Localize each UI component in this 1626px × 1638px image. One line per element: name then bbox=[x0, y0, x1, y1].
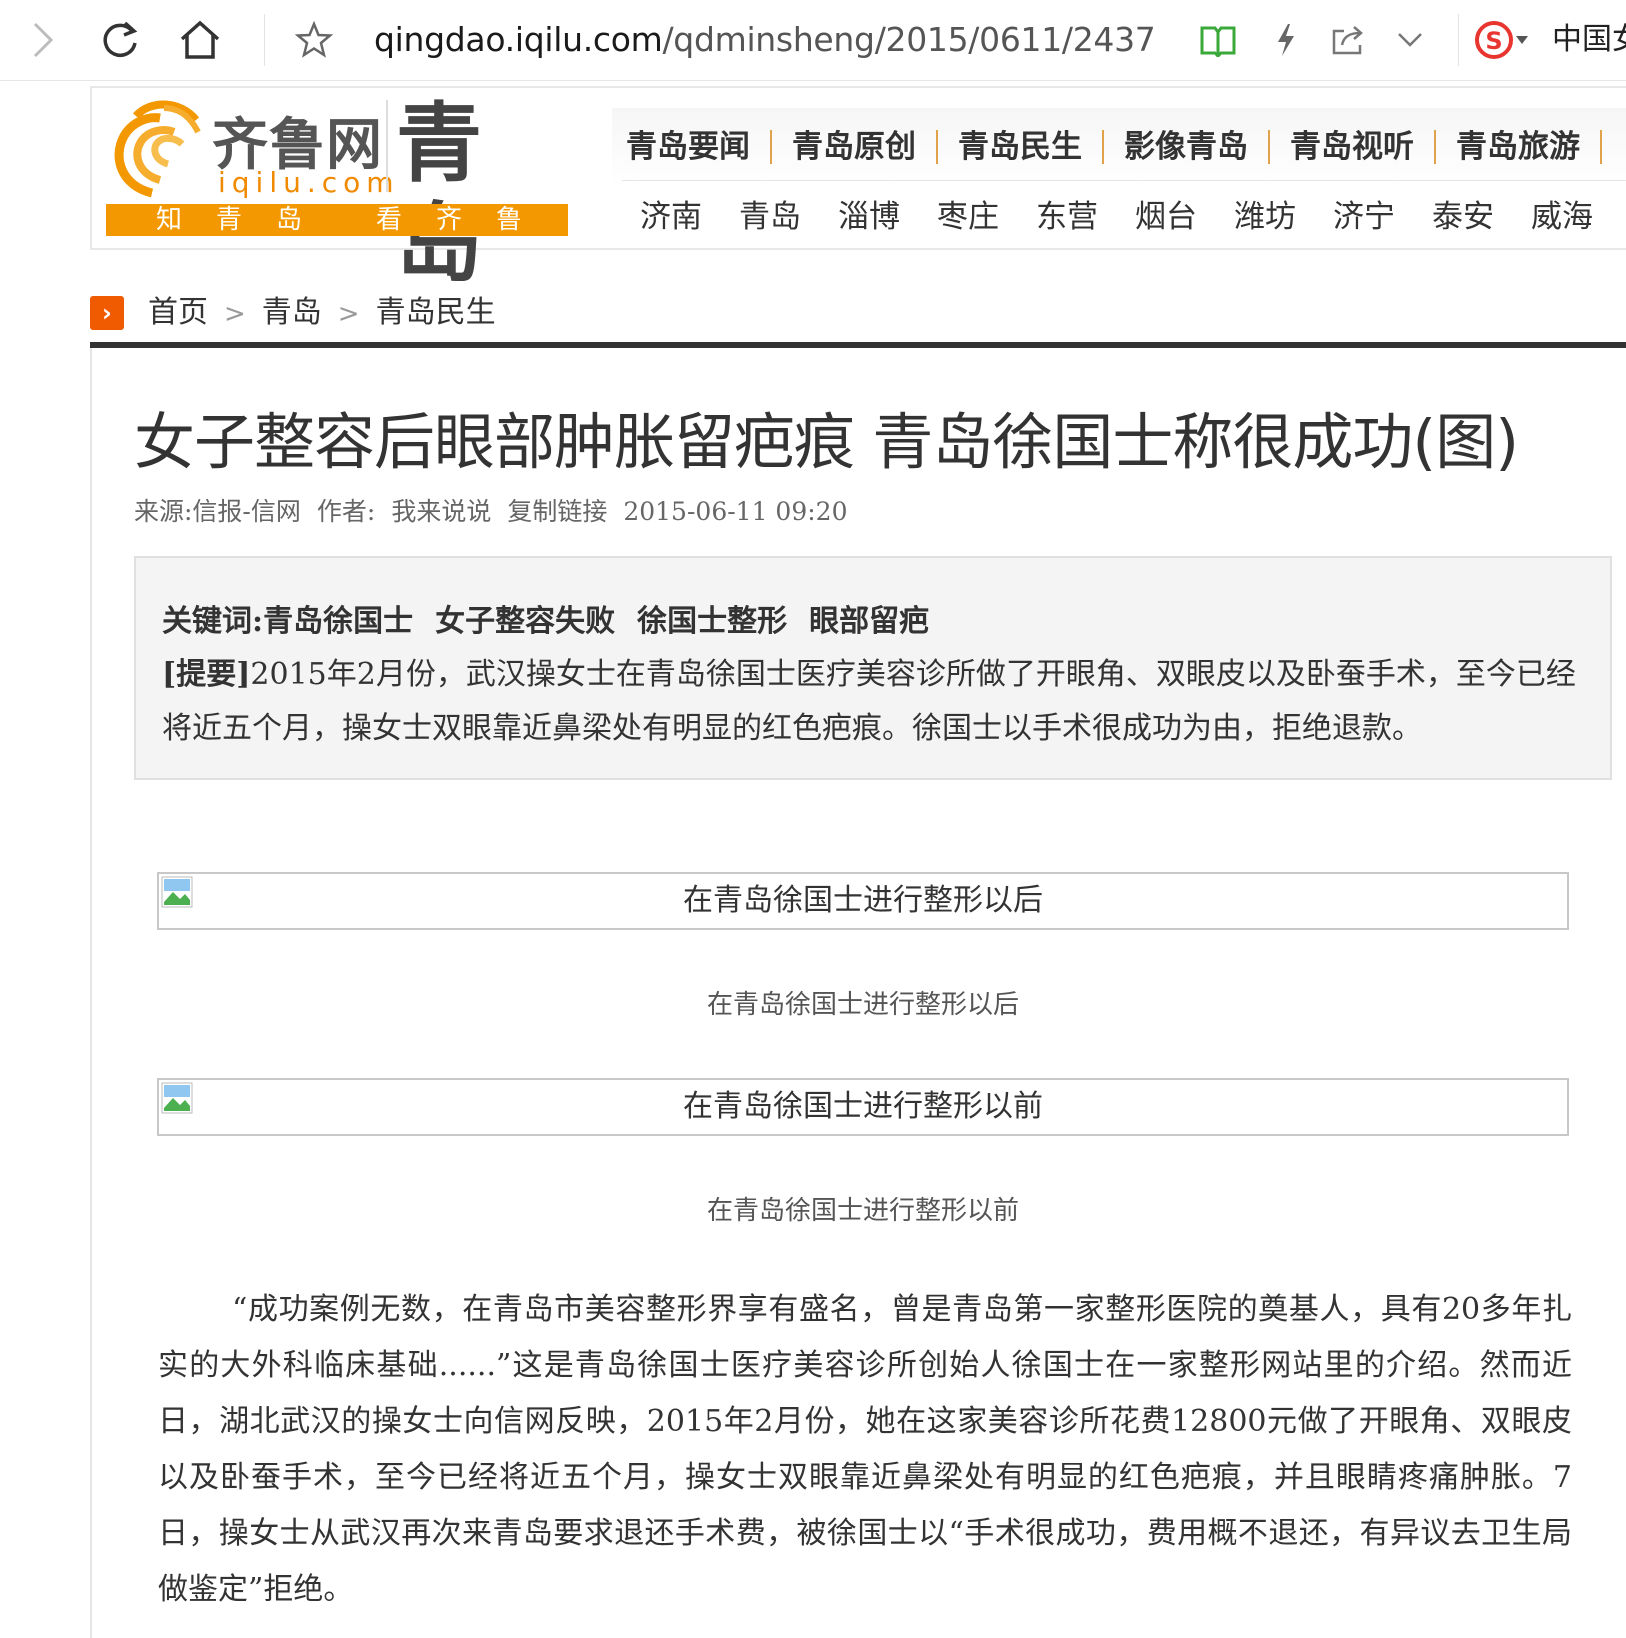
abstract-text: 2015年2月份，武汉操女士在青岛徐国士医疗美容诊所做了开眼角、双眼皮以及卧蚕手… bbox=[162, 657, 1576, 746]
image-alt-text: 在青岛徐国士进行整形以后 bbox=[683, 883, 1043, 918]
logo-domain: iqilu.com bbox=[218, 166, 400, 199]
keyword-link[interactable]: 女子整容失败 bbox=[435, 604, 615, 639]
nav-divider bbox=[622, 180, 1626, 181]
article-image-before[interactable]: 在青岛徐国士进行整形以前 bbox=[157, 1078, 1569, 1136]
main-nav: 青岛要闻 青岛原创 青岛民生 影像青岛 青岛视听 青岛旅游 bbox=[626, 124, 1602, 170]
site-header: 齐鲁网 iqilu.com 青岛 知青岛 看齐鲁 青岛要闻 青岛原创 青岛民生 影… bbox=[90, 86, 1626, 294]
logo-divider bbox=[386, 100, 388, 192]
chevron-down-icon[interactable] bbox=[1388, 18, 1432, 62]
keyword-link[interactable]: 眼部留疤 bbox=[809, 604, 929, 639]
city-link-weifang[interactable]: 潍坊 bbox=[1234, 191, 1296, 236]
keywords-label: 关键词: bbox=[162, 604, 264, 639]
article-image-after[interactable]: 在青岛徐国士进行整形以后 bbox=[157, 872, 1569, 930]
address-bar[interactable]: qingdao.iqilu.com/qdminsheng/2015/0611/2… bbox=[374, 14, 1154, 66]
toolbar-separator bbox=[1458, 14, 1459, 66]
logo-city: 青岛 bbox=[396, 94, 484, 294]
article-author-label: 作者: bbox=[316, 497, 376, 526]
breadcrumb-qingdao[interactable]: 青岛 bbox=[262, 295, 322, 330]
breadcrumb-home[interactable]: 首页 bbox=[148, 295, 208, 330]
breadcrumb-arrow-icon: › bbox=[90, 296, 124, 330]
toolbar-separator bbox=[264, 14, 265, 66]
slogan-left: 知青岛 bbox=[156, 205, 337, 235]
article-source: 来源:信报-信网 bbox=[134, 497, 301, 526]
article-meta: 来源:信报-信网 作者: 我来说说 复制链接 2015-06-11 09:20 bbox=[134, 492, 863, 528]
svg-text:S: S bbox=[1485, 27, 1502, 55]
home-icon[interactable] bbox=[178, 18, 222, 62]
copy-link-button[interactable]: 复制链接 bbox=[507, 497, 607, 526]
browser-toolbar: qingdao.iqilu.com/qdminsheng/2015/0611/2… bbox=[0, 0, 1626, 81]
nav-item-qingdao-original[interactable]: 青岛原创 bbox=[772, 130, 938, 164]
abstract-label: [提要] bbox=[162, 657, 251, 692]
bookmark-star-icon[interactable] bbox=[292, 18, 336, 62]
nav-item-qingdao-news[interactable]: 青岛要闻 bbox=[626, 130, 772, 164]
city-link-weihai[interactable]: 威海 bbox=[1531, 191, 1593, 236]
keyword-link[interactable]: 徐国士整形 bbox=[637, 604, 787, 639]
logo-swirl-icon bbox=[114, 100, 201, 198]
keywords: 关键词:青岛徐国士 女子整容失败 徐国士整形 眼部留疤 bbox=[162, 596, 951, 640]
breadcrumb-separator-icon: > bbox=[224, 299, 246, 329]
city-link-jinan[interactable]: 济南 bbox=[640, 191, 702, 236]
city-link-qingdao[interactable]: 青岛 bbox=[739, 191, 801, 236]
city-link-yantai[interactable]: 烟台 bbox=[1135, 191, 1197, 236]
breadcrumb-livelihood[interactable]: 青岛民生 bbox=[376, 295, 496, 330]
city-link-zaozhuang[interactable]: 枣庄 bbox=[937, 191, 999, 236]
url-path: /qdminsheng/2015/0611/243755 bbox=[662, 20, 1154, 59]
reload-icon[interactable] bbox=[98, 18, 142, 62]
search-engine-dropdown-icon[interactable] bbox=[1508, 18, 1536, 62]
city-nav: 济南 青岛 淄博 枣庄 东营 烟台 潍坊 济宁 泰安 威海 bbox=[640, 188, 1626, 238]
breadcrumb: 首页 > 青岛 > 青岛民生 bbox=[148, 290, 496, 336]
forward-icon[interactable] bbox=[20, 18, 64, 62]
city-link-taian[interactable]: 泰安 bbox=[1432, 191, 1494, 236]
keyword-link[interactable]: 青岛徐国士 bbox=[263, 604, 413, 639]
article-paragraph: “成功案例无数，在青岛市美容整形界享有盛名，曾是青岛第一家整形医院的奠基人，具有… bbox=[158, 1292, 1572, 1607]
image-caption: 在青岛徐国士进行整形以后 bbox=[706, 990, 1019, 1020]
logo-slogan: 知青岛 看齐鲁 bbox=[106, 204, 568, 236]
content-left-border bbox=[90, 348, 92, 1638]
image-caption: 在青岛徐国士进行整形以前 bbox=[706, 1196, 1019, 1226]
city-link-zibo[interactable]: 淄博 bbox=[838, 191, 900, 236]
city-link-jining[interactable]: 济宁 bbox=[1333, 191, 1395, 236]
image-alt-text: 在青岛徐国士进行整形以前 bbox=[683, 1089, 1043, 1124]
nav-item-qingdao-images[interactable]: 影像青岛 bbox=[1104, 130, 1270, 164]
article-abstract: [提要]2015年2月份，武汉操女士在青岛徐国士医疗美容诊所做了开眼角、双眼皮以… bbox=[162, 648, 1602, 756]
article-title: 女子整容后眼部肿胀留疤痕 青岛徐国士称很成功(图) bbox=[134, 407, 1519, 478]
site-logo[interactable]: 齐鲁网 iqilu.com 青岛 知青岛 看齐鲁 bbox=[100, 94, 570, 294]
breadcrumb-separator-icon: > bbox=[337, 299, 360, 329]
reading-mode-book-icon[interactable] bbox=[1196, 18, 1240, 62]
summary-box: 关键词:青岛徐国士 女子整容失败 徐国士整形 眼部留疤 [提要]2015年2月份，武汉… bbox=[134, 556, 1612, 780]
slogan-right: 看齐鲁 bbox=[376, 205, 557, 235]
search-box-text[interactable]: 中国女 bbox=[1552, 18, 1626, 62]
lightning-icon[interactable] bbox=[1264, 18, 1308, 62]
breadcrumb-rule bbox=[90, 342, 1626, 348]
url-domain: qingdao.iqilu.com bbox=[374, 20, 663, 59]
nav-item-qingdao-travel[interactable]: 青岛旅游 bbox=[1436, 130, 1602, 164]
article-datetime: 2015-06-11 09:20 bbox=[623, 497, 848, 526]
nav-item-qingdao-video[interactable]: 青岛视听 bbox=[1270, 130, 1436, 164]
nav-item-qingdao-livelihood[interactable]: 青岛民生 bbox=[938, 130, 1104, 164]
share-icon[interactable] bbox=[1326, 18, 1370, 62]
city-link-dongying[interactable]: 东营 bbox=[1036, 191, 1098, 236]
comment-link[interactable]: 我来说说 bbox=[391, 497, 491, 526]
